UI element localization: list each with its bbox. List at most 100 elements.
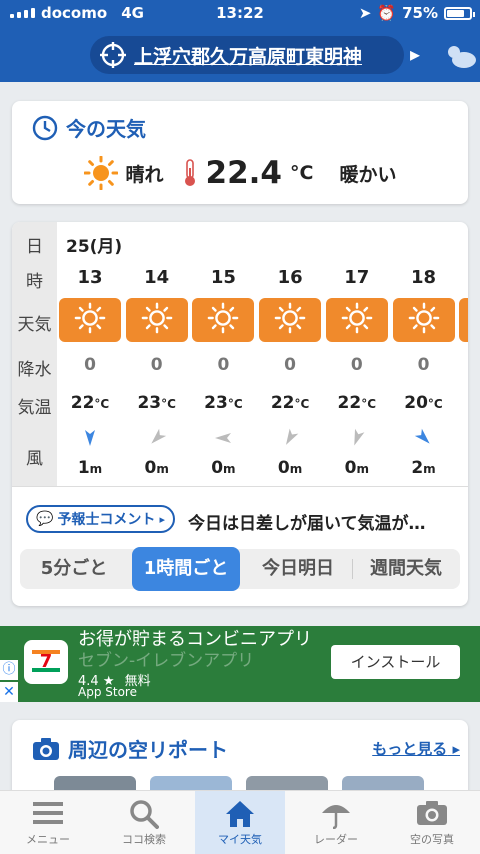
forecast-precip: 0 xyxy=(217,355,230,375)
label-day: 日 xyxy=(26,237,43,257)
forecast-precip: 0 xyxy=(150,355,163,375)
forecast-column: 15 0 23°C 0m xyxy=(190,222,256,486)
forecaster-comment-button[interactable]: 💬 予報士コメント ▸ xyxy=(26,505,175,533)
camera-icon xyxy=(33,737,59,760)
divider xyxy=(12,486,468,487)
nav-my-weather[interactable]: マイ天気 xyxy=(195,791,285,854)
clock-time: 13:22 xyxy=(216,4,264,22)
hourly-grid[interactable]: 13 0 22°C 1m 14 0 23°C 0m 15 0 23°C 0m 16 0 22°C 0m 17 0 2… xyxy=(57,222,468,486)
crosshair-icon xyxy=(100,42,126,68)
install-button[interactable]: インストール xyxy=(331,645,460,679)
wind-direction-icon xyxy=(124,428,190,452)
hamburger-icon xyxy=(0,791,96,831)
sunny-weather-box xyxy=(59,298,121,342)
nav-search[interactable]: ココ検索 xyxy=(96,791,192,854)
nav-menu[interactable]: メニュー xyxy=(0,791,96,854)
forecast-precip: 0 xyxy=(417,355,430,375)
status-bar: docomo 4G 13:22 ➤ ⏰ 75% xyxy=(0,0,480,26)
forecast-temp-value: 23 xyxy=(204,393,228,413)
ad-store-label: App Store xyxy=(78,685,137,699)
wind-speed-value: 0 xyxy=(344,458,357,478)
forecast-column: 16 0 22°C 0m xyxy=(257,222,323,486)
chevron-right-icon[interactable]: ▸ xyxy=(410,42,420,66)
forecast-temp: 22°C xyxy=(324,393,390,413)
forecast-wind-speed: 0m xyxy=(190,458,256,478)
forecast-temp: 23°C xyxy=(190,393,256,413)
sky-report-title: 周辺の空リポート xyxy=(68,738,228,762)
nav-search-label: ココ検索 xyxy=(122,833,166,846)
tab-5min[interactable]: 5分ごと xyxy=(20,549,128,589)
thermometer-icon xyxy=(184,159,195,186)
location-selector[interactable]: 上浮穴郡久万高原町東明神 xyxy=(90,36,404,74)
temp-unit: °C xyxy=(361,397,377,411)
search-icon xyxy=(96,791,192,831)
forecast-hour: 13 xyxy=(77,267,103,288)
sunny-weather-box xyxy=(392,298,455,342)
nav-sky-photos[interactable]: 空の写真 xyxy=(384,791,480,854)
current-temperature: 22.4 xyxy=(205,155,283,191)
forecast-temp-value: 22 xyxy=(337,393,362,413)
sun-icon xyxy=(74,302,106,338)
temperature-unit: °C xyxy=(290,162,314,184)
sky-report-heading: 周辺の空リポート xyxy=(32,734,228,763)
ad-headline: お得が貯まるコンビニアプリ xyxy=(78,629,312,650)
battery-icon xyxy=(444,6,475,20)
tab-today-tomorrow[interactable]: 今日明日 xyxy=(244,549,352,589)
ad-info-icon[interactable]: ⓘ xyxy=(0,660,18,680)
clock-icon xyxy=(32,115,58,140)
forecast-wind-speed: 0m xyxy=(124,458,190,478)
umbrella-icon xyxy=(288,791,384,831)
forecast-precip: 0 xyxy=(350,355,363,375)
nav-radar[interactable]: レーダー xyxy=(288,791,384,854)
wind-speed-value: 0 xyxy=(277,458,290,478)
wind-direction-icon xyxy=(57,428,123,452)
forecast-temp: 22°C xyxy=(57,393,123,413)
location-name: 上浮穴郡久万高原町東明神 xyxy=(134,45,363,68)
wind-unit: m xyxy=(89,462,103,476)
tab-hourly[interactable]: 1時間ごと xyxy=(132,547,240,591)
sunny-weather-box xyxy=(459,298,468,342)
app-header: 上浮穴郡久万高原町東明神 ▸ xyxy=(0,26,480,82)
forecast-hour: 18 xyxy=(410,267,437,288)
sunny-weather-box xyxy=(325,298,388,342)
label-hour: 時 xyxy=(26,272,43,292)
forecast-temp: 20°C xyxy=(391,393,457,413)
sun-icon xyxy=(408,302,440,338)
nav-my-weather-label: マイ天気 xyxy=(218,833,262,846)
bottom-tab-bar: メニュー ココ検索 マイ天気 レーダー 空の写真 xyxy=(0,790,480,854)
location-arrow-icon: ➤ xyxy=(358,4,372,22)
temp-unit: °C xyxy=(227,397,243,411)
see-more-link[interactable]: もっと見る ▸ xyxy=(372,738,460,759)
wind-unit: m xyxy=(223,462,236,476)
forecast-hour: 15 xyxy=(210,267,236,288)
ad-banner[interactable]: 7 お得が貯まるコンビニアプリ セブン-イレブンアプリ 4.4 ★ 無料 App… xyxy=(0,626,480,702)
nav-menu-label: メニュー xyxy=(26,833,70,846)
forecast-column: 18 0 20°C 2m xyxy=(391,222,457,486)
forecast-temp-value: 22 xyxy=(70,393,95,413)
forecast-wind-speed: 1m xyxy=(57,458,123,478)
forecast-wind-speed: 2m xyxy=(391,458,457,478)
wind-direction-icon xyxy=(391,428,457,452)
forecaster-comment-text[interactable]: 今日は日差しが届いて気温が… xyxy=(188,509,426,534)
wind-speed-value: 2 xyxy=(411,458,424,478)
partly-cloudy-icon[interactable] xyxy=(440,40,480,70)
forecast-hour: 16 xyxy=(277,267,303,288)
wind-direction-icon xyxy=(190,428,256,452)
sun-icon xyxy=(274,302,306,338)
alarm-icon: ⏰ xyxy=(377,4,397,22)
temp-unit: °C xyxy=(427,397,443,411)
label-wind: 風 xyxy=(26,449,43,469)
forecast-column: 13 0 22°C 1m xyxy=(57,222,123,486)
forecast-temp: 23°C xyxy=(124,393,190,413)
current-weather-card: 今の天気 晴れ 22.4 °C 暖かい xyxy=(12,101,468,204)
home-icon xyxy=(195,791,285,831)
see-more-label: もっと見る xyxy=(372,740,448,758)
tab-weekly[interactable]: 週間天気 xyxy=(352,549,460,589)
camera-icon xyxy=(384,791,480,831)
ad-close-icon[interactable]: ✕ xyxy=(0,682,18,702)
forecast-hour: 14 xyxy=(144,267,170,288)
wind-speed-value: 1 xyxy=(77,458,90,478)
sun-icon xyxy=(341,302,373,338)
wind-unit: m xyxy=(156,462,169,476)
wind-direction-icon xyxy=(324,428,390,452)
